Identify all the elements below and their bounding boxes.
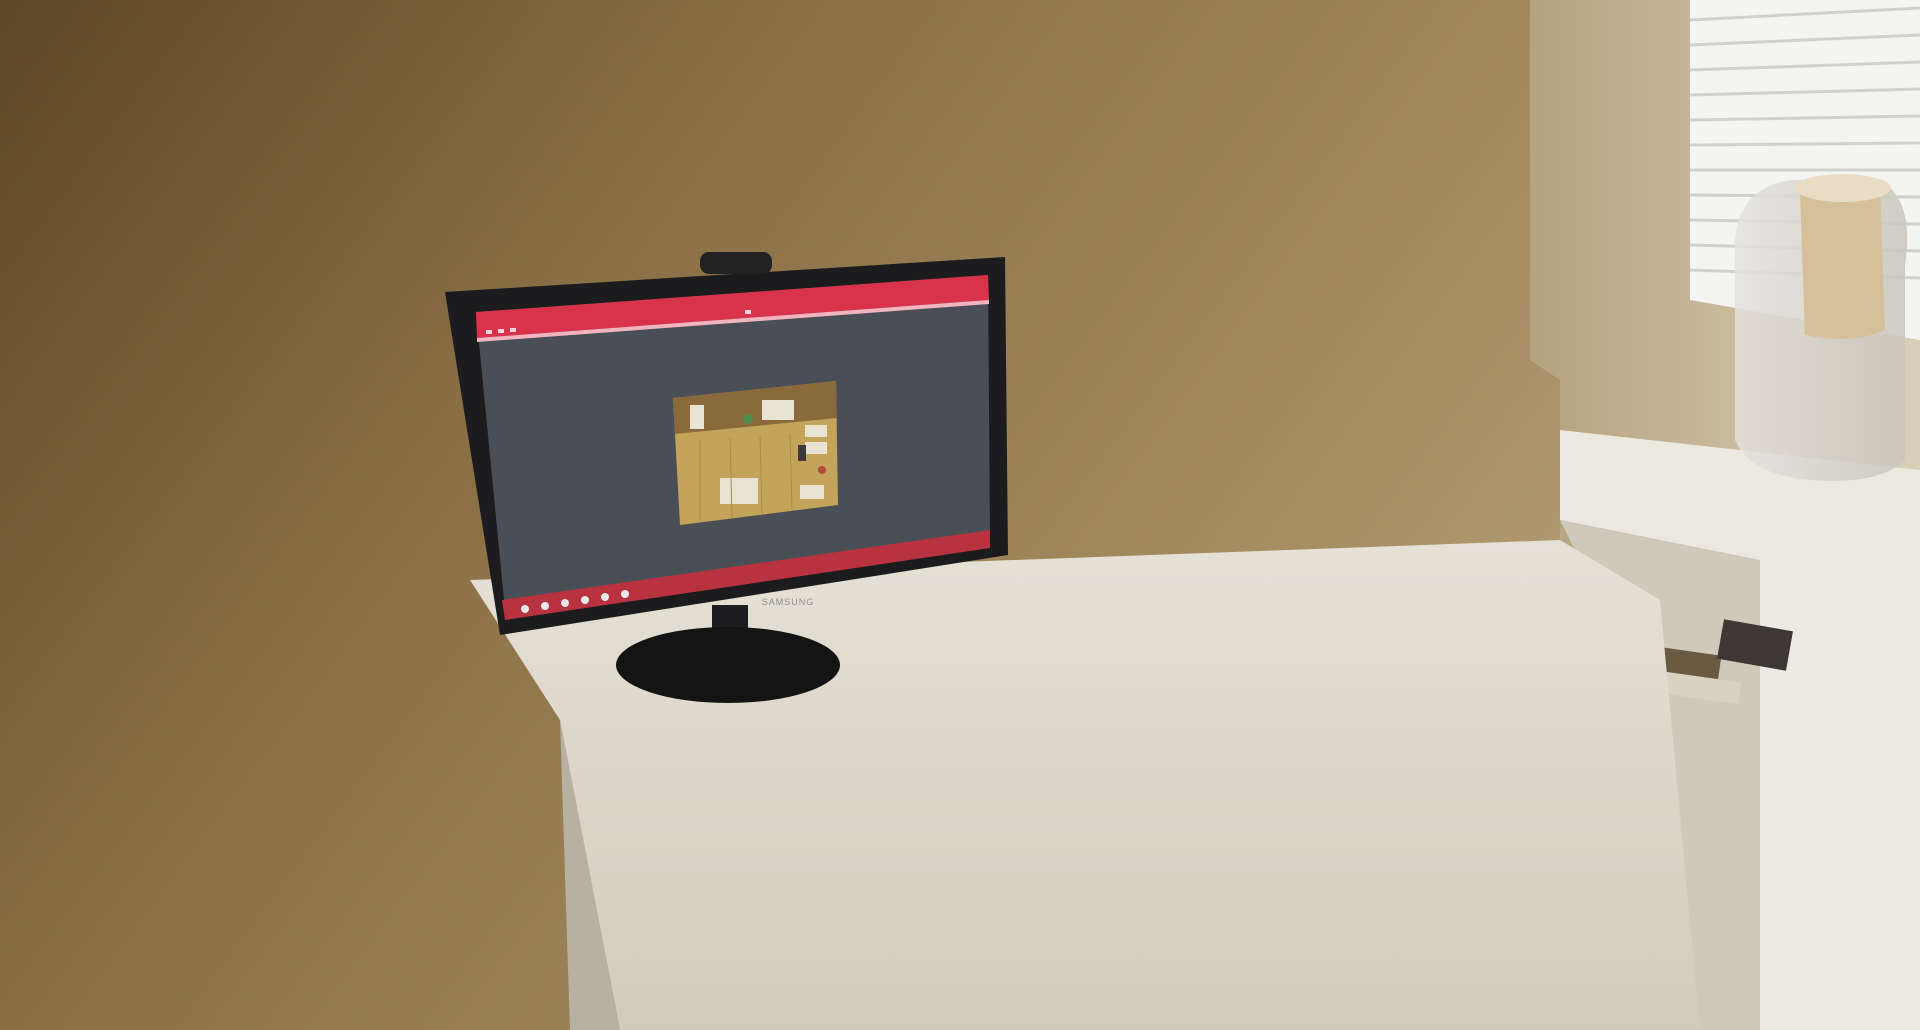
photo-illustration (0, 0, 1920, 1030)
game-map (673, 381, 838, 525)
photo-scene: SAMSUNG (0, 0, 1920, 1030)
desk (470, 540, 1700, 1030)
water-pitcher (1734, 174, 1908, 481)
monitor-brand-label: SAMSUNG (761, 597, 815, 607)
